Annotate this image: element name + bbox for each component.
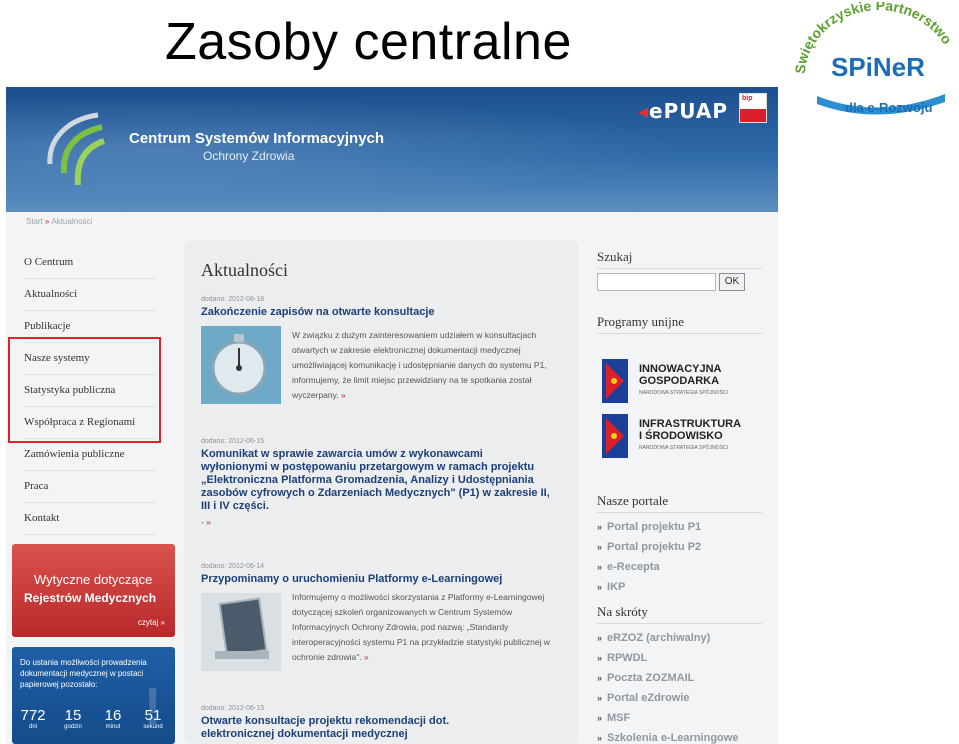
countdown-minutes: 16 minut bbox=[104, 707, 122, 730]
shortcut-link[interactable]: » Poczta ZOZMAIL bbox=[597, 668, 738, 688]
epuap-link[interactable]: ◂ePUAP bbox=[638, 99, 728, 123]
org-subtitle: Ochrony Zdrowia bbox=[203, 149, 295, 163]
nav-item-praca[interactable]: Praca bbox=[24, 471, 156, 503]
portals-list: » Portal projektu P1 » Portal projektu P2 … bbox=[597, 517, 701, 597]
laptop-image bbox=[201, 593, 281, 671]
bip-link[interactable]: bip bbox=[739, 93, 767, 123]
slide-title: Zasoby centralne bbox=[165, 13, 572, 71]
news-date: dodano: 2012-06-13 bbox=[201, 705, 265, 712]
portal-link[interactable]: » Portal projektu P1 bbox=[597, 517, 701, 537]
shortcut-link[interactable]: » Szkolenia e-Learningowe bbox=[597, 728, 738, 744]
news-date: dodano: 2012-06-14 bbox=[201, 563, 265, 570]
shortcut-link[interactable]: » RPWDL bbox=[597, 648, 738, 668]
website-screenshot: Centrum Systemów Informacyjnych Ochrony … bbox=[6, 87, 778, 744]
news-excerpt: Informujemy o możliwości skorzystania z … bbox=[292, 592, 550, 662]
portal-link[interactable]: » Portal projektu P2 bbox=[597, 537, 701, 557]
banner-line2: Rejestrów Medycznych bbox=[24, 591, 157, 605]
nav-item-aktualnosci[interactable]: Aktualności bbox=[24, 279, 156, 311]
countdown-hours: 15 godzin bbox=[64, 707, 82, 730]
banner-read-more[interactable]: czytaj » bbox=[138, 618, 165, 627]
countdown-seconds: 51 sekund bbox=[143, 707, 163, 730]
nav-item-kontakt[interactable]: Kontakt bbox=[24, 503, 156, 535]
news-title-link[interactable]: Zakończenie zapisów na otwarte konsultac… bbox=[201, 306, 571, 319]
news-date: dodano: 2012-06-18 bbox=[201, 296, 265, 303]
shortcuts-heading: Na skróty bbox=[597, 604, 648, 619]
search-input[interactable] bbox=[597, 273, 716, 291]
news-section: Aktualności dodano: 2012-06-18 Zakończen… bbox=[184, 240, 579, 744]
read-more-link[interactable]: » bbox=[341, 390, 346, 400]
org-name: Centrum Systemów Informacyjnych bbox=[129, 130, 385, 147]
portal-link[interactable]: » e-Recepta bbox=[597, 557, 701, 577]
spiner-logo: Świętokrzyskie Partnerstwo SPiNeR dla e-… bbox=[795, 2, 955, 115]
breadcrumb-current: Aktualności bbox=[51, 217, 93, 226]
breadcrumb-start[interactable]: Start bbox=[26, 217, 43, 226]
nav-item-zamowienia[interactable]: Zamówienia publiczne bbox=[24, 439, 156, 471]
highlight-box bbox=[8, 337, 161, 443]
portals-heading: Nasze portale bbox=[597, 493, 669, 508]
breadcrumb: Start» Aktualności bbox=[26, 217, 93, 226]
read-more-link[interactable]: » bbox=[364, 652, 369, 662]
epuap-e-icon: ◂ bbox=[638, 99, 650, 123]
shortcut-link[interactable]: » Portal eZdrowie bbox=[597, 688, 738, 708]
csioz-logo-icon bbox=[47, 112, 106, 186]
nav-item-o-centrum[interactable]: O Centrum bbox=[24, 247, 156, 279]
portal-link[interactable]: » IKP bbox=[597, 577, 701, 597]
program-innowacyjna-gospodarka[interactable]: INNOWACYJNA GOSPODARKA NARODOWA STRATEGI… bbox=[597, 357, 757, 405]
countdown-days: 772 dni bbox=[20, 707, 46, 730]
search-ok-button[interactable]: OK bbox=[719, 273, 745, 291]
spiner-subtitle: dla e-Rozwoju bbox=[845, 100, 932, 115]
eu-flag-icon bbox=[602, 414, 628, 458]
search-heading: Szukaj bbox=[597, 249, 633, 264]
shortcut-link[interactable]: » eRZOZ (archiwalny) bbox=[597, 628, 738, 648]
programs-heading: Programy unijne bbox=[597, 314, 685, 329]
eu-flag-icon bbox=[602, 359, 628, 403]
program-infrastruktura[interactable]: INFRASTRUKTURA I ŚRODOWISKO NARODOWA STR… bbox=[597, 412, 757, 460]
spiner-logo-text: SPiNeR bbox=[831, 52, 925, 82]
banner-line1: Wytyczne dotyczące bbox=[34, 572, 153, 587]
shortcuts-list: » eRZOZ (archiwalny) » RPWDL » Poczta ZOZMA… bbox=[597, 628, 738, 744]
stopwatch-image bbox=[201, 326, 281, 404]
news-excerpt: W związku z dużym zainteresowaniem udzia… bbox=[292, 330, 547, 400]
news-date: dodano: 2012-06-15 bbox=[201, 438, 265, 445]
shortcut-link[interactable]: » MSF bbox=[597, 708, 738, 728]
countdown-text: Do ustania możliwości prowadzenia dokume… bbox=[20, 658, 147, 689]
registries-banner[interactable]: Wytyczne dotyczące Rejestrów Medycznych … bbox=[12, 544, 175, 637]
news-title-link[interactable]: Przypominamy o uruchomieniu Platformy e-… bbox=[201, 573, 571, 586]
countdown-banner: Do ustania możliwości prowadzenia dokume… bbox=[12, 647, 175, 744]
news-title-link[interactable]: Otwarte konsultacje projektu rekomendacj… bbox=[201, 715, 501, 741]
read-more-link[interactable]: - » bbox=[201, 515, 471, 530]
news-title-link[interactable]: Komunikat w sprawie zawarcia umów z wyko… bbox=[201, 448, 551, 513]
news-heading: Aktualności bbox=[201, 260, 288, 280]
site-header: Centrum Systemów Informacyjnych Ochrony … bbox=[6, 87, 778, 212]
